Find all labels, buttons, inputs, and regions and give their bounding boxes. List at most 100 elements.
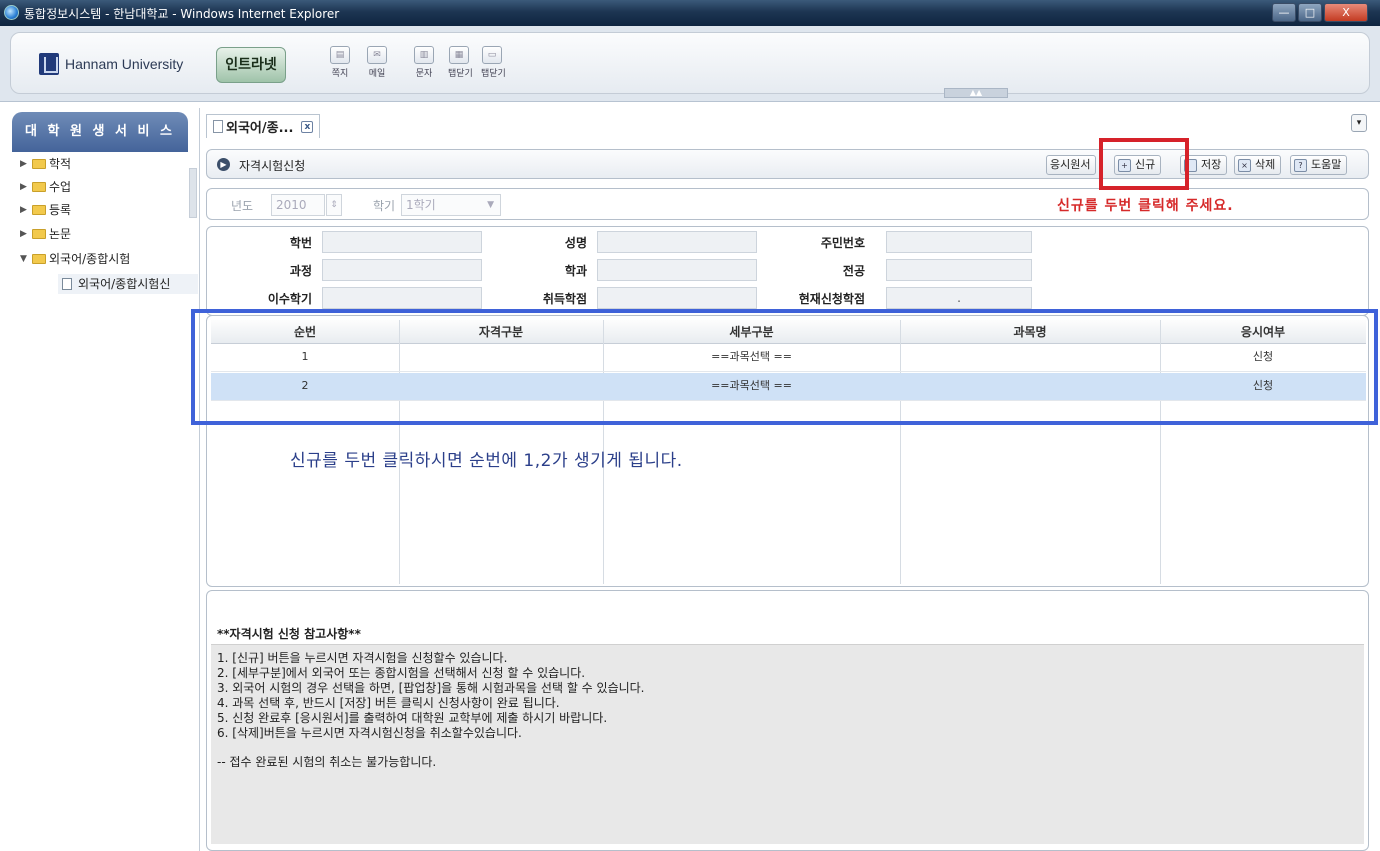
- close-tab-icon: ▦: [449, 46, 469, 64]
- note-line: 6. [삭제]버튼을 누르시면 자격시험신청을 취소할수있습니다.: [217, 726, 522, 740]
- folder-icon: [32, 229, 46, 239]
- tab-bar: 외국어/종... x ▾: [202, 110, 1380, 140]
- note-line: 5. 신청 완료후 [응시원서]를 출력하여 대학원 교학부에 제출 하시기 바…: [217, 711, 608, 725]
- chevron-right-icon: ▶: [20, 182, 27, 192]
- help-icon: ?: [1294, 158, 1307, 172]
- save-label: 저장: [1201, 158, 1222, 171]
- note-tool[interactable]: ▤ 쪽지: [329, 46, 351, 79]
- red-highlight-box: [1099, 138, 1189, 190]
- note-line: 1. [신규] 버튼을 누르시면 자격시험을 신청할수 있습니다.: [217, 651, 508, 665]
- name-label: 성명: [564, 236, 587, 250]
- term-select[interactable]: 1학기 ▼: [401, 194, 501, 216]
- folder-open-icon: [32, 254, 46, 264]
- blue-annotation-note: 신규를 두번 클릭하시면 순번에 1,2가 생기게 됩니다.: [290, 451, 683, 471]
- delete-button[interactable]: × 삭제: [1234, 155, 1282, 175]
- window-title: 통합정보시스템 - 한남대학교 - Windows Internet Explo…: [24, 7, 340, 21]
- chevron-down-icon: ▼: [487, 200, 494, 210]
- folder-icon: [32, 182, 46, 192]
- note-line: 3. 외국어 시험의 경우 선택을 하면, [팝업창]을 통해 시험과목을 선택…: [217, 681, 645, 695]
- department-label: 학과: [564, 264, 587, 278]
- screen-title-bar: ▶ 자격시험신청 응시원서 + 신규 저장 × 삭제 ? 도움말: [206, 149, 1369, 179]
- red-annotation-note: 신규를 두번 클릭해 주세요.: [1057, 198, 1234, 214]
- close-all-tabs-icon: ▭: [482, 46, 502, 64]
- notes-panel: **자격시험 신청 참고사항** 1. [신규] 버튼을 누르시면 자격시험을 …: [206, 590, 1369, 851]
- sidebar-collapse-handle[interactable]: [189, 168, 197, 218]
- document-icon: [213, 120, 223, 133]
- top-header: Hannam University 인트라넷 ▤ 쪽지 ✉ 메일 ▥ 문자 ▦ …: [0, 26, 1380, 102]
- note-footer: -- 접수 완료된 시험의 취소는 불가능합니다.: [217, 755, 437, 769]
- mail-tool[interactable]: ✉ 메일: [366, 46, 388, 79]
- year-label: 년도: [231, 199, 254, 213]
- sms-tool[interactable]: ▥ 문자: [413, 46, 435, 79]
- exam-form-label: 응시원서: [1050, 158, 1091, 171]
- maximize-button[interactable]: □: [1298, 3, 1322, 22]
- notes-body: 1. [신규] 버튼을 누르시면 자격시험을 신청할수 있습니다. 2. [세부…: [211, 644, 1364, 844]
- major-label: 전공: [842, 264, 865, 278]
- tab-list-dropdown[interactable]: ▾: [1351, 114, 1367, 132]
- major-field: [886, 259, 1032, 281]
- chevron-right-icon: ▶: [20, 229, 27, 239]
- exam-form-button[interactable]: 응시원서: [1046, 155, 1097, 175]
- close-tab-label: 탭닫기: [448, 69, 473, 79]
- document-icon: [62, 278, 72, 290]
- sidebar-item-thesis[interactable]: ▶ 논문: [20, 224, 71, 244]
- sidebar-leaf-label: 외국어/종합시험신: [78, 277, 171, 291]
- sidebar-leaf-language-exam[interactable]: 외국어/종합시험신: [58, 274, 198, 294]
- sidebar-item-label: 수업: [49, 180, 72, 194]
- sms-icon: ▥: [414, 46, 434, 64]
- student-info-panel: 학번 성명 주민번호 과정 학과 전공 이수학기 취득학점 현재신청학점 .: [206, 226, 1369, 316]
- notes-title: **자격시험 신청 참고사항**: [217, 627, 361, 641]
- current-credits-field: .: [886, 287, 1032, 309]
- window-titlebar: 통합정보시스템 - 한남대학교 - Windows Internet Explo…: [0, 0, 1380, 26]
- term-label: 학기: [373, 199, 396, 213]
- completed-terms-label: 이수학기: [267, 292, 312, 306]
- arrow-circle-icon: ▶: [217, 158, 230, 171]
- student-no-label: 학번: [289, 236, 312, 250]
- close-all-tabs-tool[interactable]: ▭ 탭닫기: [481, 46, 506, 79]
- course-field: [322, 259, 482, 281]
- close-window-button[interactable]: X: [1324, 3, 1368, 22]
- sms-label: 문자: [415, 69, 433, 79]
- help-label: 도움말: [1311, 158, 1342, 171]
- sidebar-title: 대 학 원 생 서 비 스: [12, 112, 188, 152]
- name-field: [597, 231, 757, 253]
- minimize-button[interactable]: —: [1272, 3, 1296, 22]
- header-collapse-handle[interactable]: ▲▲: [944, 88, 1008, 98]
- note-label: 쪽지: [331, 69, 349, 79]
- header-bar: Hannam University 인트라넷 ▤ 쪽지 ✉ 메일 ▥ 문자 ▦ …: [10, 32, 1370, 94]
- sidebar-item-label: 학적: [49, 157, 72, 171]
- sidebar-item-classes[interactable]: ▶ 수업: [20, 177, 71, 197]
- spinner-icon[interactable]: ⇕: [326, 194, 342, 216]
- blue-highlight-box: [191, 309, 1378, 425]
- note-line: 2. [세부구분]에서 외국어 또는 종합시험을 선택해서 신청 할 수 있습니…: [217, 666, 586, 680]
- completed-terms-field: [322, 287, 482, 309]
- folder-icon: [32, 159, 46, 169]
- sidebar-item-language-exam[interactable]: ▼ 외국어/종합시험: [20, 249, 130, 269]
- year-stepper[interactable]: 2010: [271, 194, 325, 216]
- sidebar-item-academic[interactable]: ▶ 학적: [20, 154, 71, 174]
- earned-credits-field: [597, 287, 757, 309]
- university-emblem-icon: [39, 53, 59, 75]
- sidebar-item-registration[interactable]: ▶ 등록: [20, 200, 71, 220]
- close-all-tabs-label: 탭닫기: [481, 69, 506, 79]
- help-button[interactable]: ? 도움말: [1290, 155, 1348, 175]
- tab-close-icon[interactable]: x: [301, 120, 314, 133]
- delete-label: 삭제: [1255, 158, 1276, 171]
- tab-language-exam[interactable]: 외국어/종... x: [206, 114, 321, 138]
- student-no-field: [322, 231, 482, 253]
- intranet-button[interactable]: 인트라넷: [216, 47, 286, 83]
- tab-label: 외국어/종...: [226, 121, 294, 136]
- university-logo[interactable]: Hannam University: [39, 53, 183, 75]
- course-label: 과정: [289, 264, 312, 278]
- sidebar-item-label: 등록: [49, 203, 72, 217]
- resident-no-field: [886, 231, 1032, 253]
- logo-text: Hannam University: [65, 56, 184, 72]
- resident-no-label: 주민번호: [820, 236, 865, 250]
- ie-icon: [4, 5, 19, 20]
- delete-icon: ×: [1238, 158, 1251, 172]
- earned-credits-label: 취득학점: [542, 292, 587, 306]
- close-tab-tool[interactable]: ▦ 탭닫기: [448, 46, 473, 79]
- note-icon: ▤: [330, 46, 350, 64]
- note-line: 4. 과목 선택 후, 반드시 [저장] 버튼 클릭시 신청사항이 완료 됩니다…: [217, 696, 560, 710]
- department-field: [597, 259, 757, 281]
